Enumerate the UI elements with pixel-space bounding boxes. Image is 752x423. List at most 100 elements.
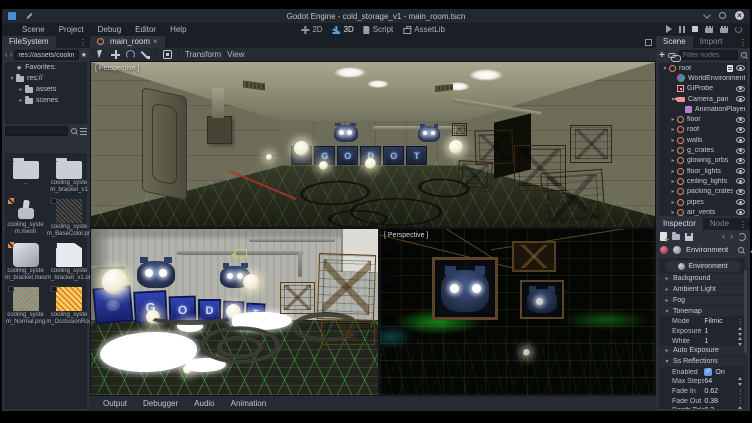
spinner-control[interactable] [737, 377, 744, 386]
expand-arrow-icon[interactable]: ▸ [669, 178, 677, 185]
bottom-panel-animation[interactable]: Animation [224, 398, 274, 409]
property-row-max-steps[interactable]: Max Steps64 [659, 377, 747, 387]
expand-arrow-icon[interactable]: ▸ [669, 168, 677, 175]
menu-project[interactable]: Project [53, 24, 90, 35]
expand-arrow-icon[interactable]: ▸ [669, 199, 677, 206]
menu-debug[interactable]: Debug [92, 24, 128, 35]
new-resource-button[interactable] [660, 232, 667, 241]
file-item[interactable]: cooling_system_OcclusionRou [46, 287, 92, 326]
visibility-eye-icon[interactable] [736, 137, 745, 143]
scene-node-roof[interactable]: ▸roof [659, 125, 747, 135]
property-row-depth-toleranc[interactable]: Depth Toleranc0.2 [659, 406, 747, 409]
fs-back-button[interactable]: ‹ [5, 51, 8, 59]
visibility-eye-icon[interactable] [736, 148, 745, 154]
scrollbar[interactable] [744, 258, 747, 409]
history-back-button[interactable]: ‹ [722, 232, 725, 241]
bottom-panel-output[interactable]: Output [96, 398, 134, 409]
visibility-eye-icon[interactable] [736, 199, 745, 205]
visibility-eye-icon[interactable] [736, 168, 745, 174]
spinner-control[interactable] [737, 337, 744, 346]
local-space-icon[interactable] [163, 50, 172, 59]
scene-node-pipes[interactable]: ▸pipes [659, 197, 747, 207]
editor-button-2d[interactable]: 2D [301, 25, 322, 34]
scene-node-root[interactable]: ▾root [659, 63, 747, 73]
fs-search-input[interactable] [5, 126, 68, 136]
inspector-menu-icon[interactable]: ⋮ [739, 220, 747, 229]
file-item[interactable]: cooling_system_bracket_v1.ob [46, 243, 92, 282]
select-tool-icon[interactable] [96, 50, 105, 59]
scene-node-camera-pan[interactable]: ▾Camera_pan [659, 94, 747, 104]
tab-inspector[interactable]: Inspector [656, 218, 703, 230]
property-row-enabled[interactable]: EnabledOn [659, 368, 747, 378]
file-list-toggle-icon[interactable] [80, 128, 87, 135]
visibility-eye-icon[interactable] [736, 178, 745, 184]
scene-node-animationplayer[interactable]: AnimationPlayer [659, 104, 747, 114]
close-tab-icon[interactable]: × [153, 37, 158, 46]
property-row-mode[interactable]: ModeFilmic⋮ [659, 317, 747, 327]
scene-dock-menu-icon[interactable]: ⋮ [739, 38, 747, 47]
fs-breadcrumb[interactable] [14, 50, 78, 60]
bottom-panel-audio[interactable]: Audio [187, 398, 221, 409]
file-item[interactable]: cooling_system_BaseColor.pn [46, 199, 92, 238]
play-scene-button[interactable] [705, 26, 713, 33]
spinner-control[interactable] [737, 327, 744, 336]
visibility-eye-icon[interactable] [736, 86, 745, 92]
scale-tool-icon[interactable] [141, 50, 150, 59]
expand-arrow-icon[interactable]: ▸ [17, 86, 25, 93]
minimize-button[interactable] [703, 11, 711, 19]
play-button[interactable] [666, 25, 672, 33]
editor-button-script[interactable]: Script [364, 25, 393, 34]
viewport-bottom-right[interactable]: [ Perspective ] [380, 229, 655, 395]
inspector-section-tonemap[interactable]: ▾Tonemap [660, 306, 746, 316]
script-icon[interactable] [727, 65, 733, 72]
filesystem-menu-icon[interactable]: ⋮ [79, 38, 87, 47]
scene-node-glowing-orbs[interactable]: ▸glowing_orbs [659, 156, 747, 166]
distraction-free-icon[interactable] [645, 39, 652, 46]
transform-menu[interactable]: Transform [185, 50, 221, 59]
play-custom-scene-button[interactable] [720, 26, 728, 33]
scene-node-giprobe[interactable]: GIProbe [659, 84, 747, 94]
expand-arrow-icon[interactable]: ▸ [669, 209, 677, 216]
expand-arrow-icon[interactable]: ▸ [17, 97, 25, 104]
scene-node-air-vents[interactable]: ▸air_vents [659, 207, 747, 217]
checkbox[interactable] [704, 368, 712, 376]
property-row-fade-out[interactable]: Fade Out0.38⋮ [659, 396, 747, 406]
add-node-button[interactable]: + [659, 51, 665, 60]
scene-node-floor-lights[interactable]: ▸floor_lights [659, 166, 747, 176]
save-resource-button[interactable] [685, 233, 693, 241]
inspector-section-fog[interactable]: ▸Fog [660, 296, 746, 306]
viewport-top[interactable]: GODOT [91, 62, 655, 227]
tab-import[interactable]: Import [693, 36, 730, 48]
instance-scene-icon[interactable] [668, 53, 676, 58]
move-tool-icon[interactable] [111, 50, 120, 59]
menu-editor[interactable]: Editor [129, 24, 162, 35]
stop-button[interactable] [692, 26, 698, 32]
menu-help[interactable]: Help [164, 24, 192, 35]
scene-node-packing-crates-and[interactable]: ▸packing_crates_and_ [659, 187, 747, 197]
spinner-control[interactable] [737, 406, 744, 409]
maximize-button[interactable] [719, 12, 726, 19]
editor-button-3d[interactable]: 3D [333, 25, 354, 34]
expand-arrow-icon[interactable]: ▸ [669, 147, 677, 154]
expand-arrow-icon[interactable]: ▸ [669, 116, 677, 123]
tab-main-room[interactable]: main_room × [90, 36, 165, 48]
file-item[interactable]: cooling_system_bracket.mes [5, 243, 46, 282]
expand-arrow-icon[interactable]: ▸ [669, 137, 677, 144]
property-options-icon[interactable]: ⋮ [735, 318, 744, 326]
close-button[interactable]: × [735, 11, 744, 20]
fs-tree-item-scenes[interactable]: ▸scenes [5, 95, 87, 106]
file-item[interactable]: cooling_system_Normal.png [5, 287, 46, 326]
tab-node[interactable]: Node [703, 218, 736, 230]
editor-button-assetlib[interactable]: AssetLib [403, 25, 445, 34]
scene-node-g-crates[interactable]: ▸g_crates [659, 145, 747, 155]
property-options-icon[interactable]: ⋮ [735, 388, 744, 396]
expand-arrow-icon[interactable]: ▸ [669, 188, 677, 195]
pause-button[interactable] [679, 26, 685, 33]
file-item[interactable]: cooling_system.mesh [5, 199, 46, 238]
scene-node-worldenvironment[interactable]: WorldEnvironment [659, 73, 747, 83]
scene-node-floor[interactable]: ▸floor [659, 114, 747, 124]
fs-forward-button[interactable]: › [10, 51, 13, 59]
fs-tree-item-res[interactable]: ▾res:// [5, 73, 87, 84]
property-row-fade-in[interactable]: Fade In0.62⋮ [659, 387, 747, 397]
tab-scene[interactable]: Scene [656, 36, 693, 48]
